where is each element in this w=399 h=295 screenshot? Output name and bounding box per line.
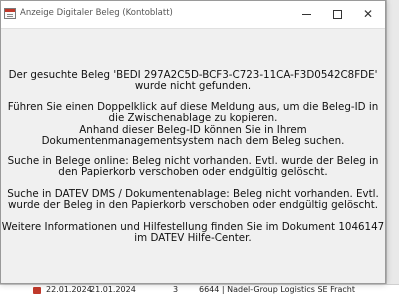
message-paragraph-clipboard[interactable]: Führen Sie einen Doppelklick auf diese M… — [1, 101, 385, 148]
message-paragraph-belege-online[interactable]: Suche in Belege online: Beleg nicht vorh… — [1, 155, 385, 179]
screen: 22.01.2024 21.01.2024 3 6644 | Nadel-Gro… — [0, 0, 399, 295]
background-table-row[interactable]: 22.01.2024 21.01.2024 3 6644 | Nadel-Gro… — [0, 284, 399, 295]
maximize-button[interactable] — [322, 1, 352, 28]
message-dialog: Anzeige Digitaler Beleg (Kontoblatt) ✕ D… — [0, 0, 386, 284]
row-number: 3 — [173, 285, 179, 294]
maximize-icon — [332, 9, 342, 19]
row-text: 6644 | Nadel-Group Logistics SE Fracht — [199, 285, 355, 294]
message-line: im DATEV Hilfe-Center. — [134, 232, 252, 245]
pdf-icon — [33, 287, 41, 294]
message-area[interactable]: Der gesuchte Beleg 'BEDI 297A2C5D-BCF3-C… — [1, 29, 385, 283]
minimize-button[interactable] — [291, 1, 321, 28]
message-line: wurde nicht gefunden. — [134, 80, 252, 93]
document-icon — [4, 8, 16, 19]
message-line: wurde der Beleg in den Papierkorb versch… — [8, 199, 378, 212]
row-date-2: 21.01.2024 — [90, 285, 136, 294]
window-title: Anzeige Digitaler Beleg (Kontoblatt) — [20, 8, 173, 18]
minimize-icon — [301, 13, 311, 15]
message-line: den Papierkorb verschoben oder endgültig… — [58, 166, 328, 179]
message-line: Dokumentenmanagementsystem nach dem Bele… — [41, 135, 345, 148]
message-paragraph-not-found[interactable]: Der gesuchte Beleg 'BEDI 297A2C5D-BCF3-C… — [1, 69, 385, 93]
message-paragraph-help[interactable]: Weitere Informationen und Hilfestellung … — [1, 221, 385, 245]
title-bar[interactable]: Anzeige Digitaler Beleg (Kontoblatt) ✕ — [1, 1, 385, 29]
row-date-1: 22.01.2024 — [46, 285, 92, 294]
message-paragraph-datev-dms[interactable]: Suche in DATEV DMS / Dokumentenablage: B… — [1, 188, 385, 212]
close-icon: ✕ — [362, 7, 374, 21]
close-button[interactable]: ✕ — [353, 1, 383, 28]
background-app-right-edge — [386, 0, 399, 295]
